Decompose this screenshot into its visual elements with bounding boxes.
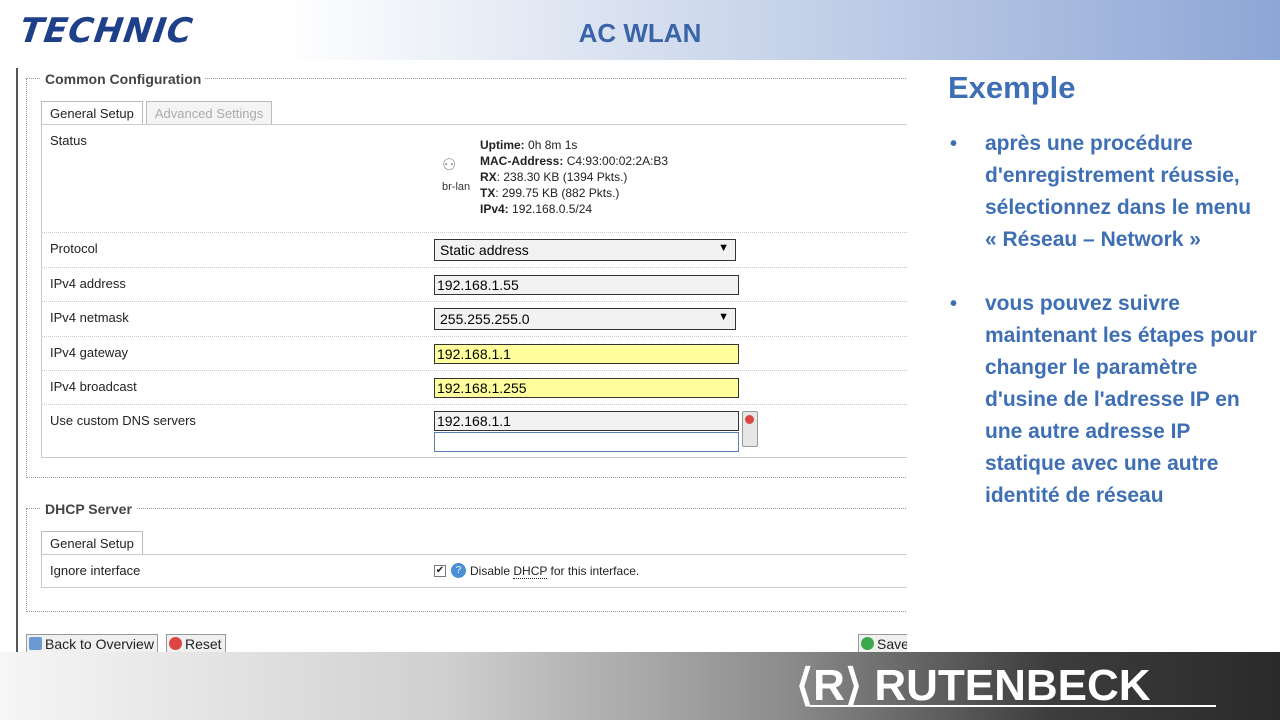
uptime-value: 0h 8m 1s bbox=[528, 138, 578, 152]
action-bar: Back to Overview Reset Save bbox=[26, 634, 907, 654]
explanation-text: Exemple après une procédure d'enregistre… bbox=[948, 70, 1268, 544]
save-button[interactable]: Save bbox=[858, 634, 907, 654]
dhcp-settings-table: Ignore interface ✔? Disable DHCP for this… bbox=[41, 554, 907, 588]
check-icon bbox=[861, 637, 874, 650]
example-heading: Exemple bbox=[948, 70, 1076, 105]
ipv4-netmask-wrap: 255.255.255.0 ▼ bbox=[434, 308, 736, 330]
reset-button-label: Reset bbox=[185, 636, 222, 652]
ipv4-netmask-value: 255.255.255.0 bbox=[440, 311, 530, 327]
ipv4-gateway-wrap: 192.168.1.1 bbox=[434, 344, 739, 364]
ipv4-netmask-row: IPv4 netmask 255.255.255.0 ▼ bbox=[42, 301, 907, 336]
ipv4-broadcast-row: IPv4 broadcast 192.168.1.255 bbox=[42, 370, 907, 404]
mac-label: MAC-Address: bbox=[480, 154, 564, 168]
tx-value: : 299.75 KB (882 Pkts.) bbox=[495, 186, 620, 200]
rutenbeck-logo: ⟨R⟩ RUTENBECK bbox=[796, 661, 1151, 710]
tab-dhcp-general-setup[interactable]: General Setup bbox=[41, 531, 143, 555]
dns-remove-button[interactable] bbox=[742, 411, 758, 447]
mac-value: C4:93:00:02:2A:B3 bbox=[566, 154, 669, 168]
ipv4-netmask-label: IPv4 netmask bbox=[50, 310, 129, 325]
common-configuration-section: Common Configuration General Setup Advanc… bbox=[26, 71, 907, 478]
ipv4-address-input[interactable]: 192.168.1.55 bbox=[434, 275, 739, 295]
status-details: Uptime: 0h 8m 1s MAC-Address: C4:93:00:0… bbox=[480, 137, 668, 217]
hint-dhcp-abbr: DHCP bbox=[513, 563, 548, 579]
dns-row: Use custom DNS servers 192.168.1.1 bbox=[42, 404, 907, 457]
common-settings-table: Status ⚇ br-lan Uptime: 0h 8m 1s MAC-Add… bbox=[41, 124, 907, 458]
save-button-label: Save bbox=[877, 636, 907, 652]
dhcp-tabs: General Setup bbox=[41, 531, 146, 555]
ignore-interface-label: Ignore interface bbox=[50, 563, 141, 578]
protocol-select[interactable]: Static address ▼ bbox=[434, 239, 736, 261]
ipv4-gateway-input[interactable]: 192.168.1.1 bbox=[434, 344, 739, 364]
ignore-interface-hint: Disable DHCP for this interface. bbox=[470, 563, 640, 579]
instruction-list: après une procédure d'enregistrement réu… bbox=[948, 128, 1268, 512]
ipv4-netmask-select[interactable]: 255.255.255.0 ▼ bbox=[434, 308, 736, 330]
protocol-row: Protocol Static address ▼ bbox=[42, 232, 907, 267]
back-arrow-icon bbox=[29, 637, 42, 650]
logo-underline bbox=[810, 705, 1216, 707]
rx-value: : 238.30 KB (1394 Pkts.) bbox=[496, 170, 628, 184]
network-interface-icon: ⚇ bbox=[442, 157, 457, 174]
back-to-overview-button[interactable]: Back to Overview bbox=[26, 634, 158, 654]
ipv4-address-wrap: 192.168.1.55 bbox=[434, 275, 739, 295]
dns-inputs-wrap: 192.168.1.1 bbox=[434, 411, 758, 452]
chevron-down-icon: ▼ bbox=[718, 311, 729, 323]
status-label: Status bbox=[50, 133, 87, 148]
ipv4-value: 192.168.0.5/24 bbox=[512, 202, 593, 216]
protocol-value: Static address bbox=[440, 242, 529, 258]
back-button-label: Back to Overview bbox=[45, 636, 154, 652]
dns-server-input-new[interactable] bbox=[434, 432, 739, 452]
protocol-label: Protocol bbox=[50, 241, 98, 256]
status-row: Status ⚇ br-lan Uptime: 0h 8m 1s MAC-Add… bbox=[42, 125, 907, 232]
rx-label: RX bbox=[480, 170, 497, 184]
instruction-item: après une procédure d'enregistrement réu… bbox=[948, 128, 1268, 256]
ipv4-gateway-label: IPv4 gateway bbox=[50, 345, 129, 360]
ipv4-address-row: IPv4 address 192.168.1.55 bbox=[42, 267, 907, 301]
reset-icon bbox=[169, 637, 182, 650]
tab-general-setup[interactable]: General Setup bbox=[41, 101, 143, 125]
dhcp-server-legend: DHCP Server bbox=[41, 501, 136, 517]
reset-button[interactable]: Reset bbox=[166, 634, 226, 654]
ipv4-label: IPv4: bbox=[480, 202, 509, 216]
interface-name: br-lan bbox=[442, 181, 471, 193]
ipv4-gateway-row: IPv4 gateway 192.168.1.1 bbox=[42, 336, 907, 370]
uptime-label: Uptime: bbox=[480, 138, 525, 152]
ipv4-broadcast-wrap: 192.168.1.255 bbox=[434, 378, 739, 398]
ipv4-broadcast-input[interactable]: 192.168.1.255 bbox=[434, 378, 739, 398]
ignore-interface-row: Ignore interface ✔? Disable DHCP for this… bbox=[42, 555, 907, 587]
help-icon: ? bbox=[451, 563, 466, 579]
tab-advanced-settings[interactable]: Advanced Settings bbox=[145, 101, 273, 125]
dns-server-input[interactable]: 192.168.1.1 bbox=[434, 411, 739, 431]
protocol-select-wrap: Static address ▼ bbox=[434, 239, 736, 261]
hint-prefix: Disable bbox=[470, 563, 514, 578]
chevron-down-icon: ▼ bbox=[718, 242, 729, 254]
ipv4-address-label: IPv4 address bbox=[50, 276, 126, 291]
slide-header: TECHNIC AC WLAN bbox=[0, 0, 1280, 60]
dhcp-server-section: DHCP Server General Setup Ignore interfa… bbox=[26, 501, 907, 612]
dns-label: Use custom DNS servers bbox=[50, 413, 196, 428]
ignore-interface-checkbox[interactable]: ✔ bbox=[434, 564, 446, 577]
hint-suffix: for this interface. bbox=[547, 563, 640, 578]
common-configuration-legend: Common Configuration bbox=[41, 71, 206, 87]
ipv4-broadcast-label: IPv4 broadcast bbox=[50, 379, 137, 394]
slide-title: AC WLAN bbox=[578, 18, 702, 48]
instruction-item: vous pouvez suivre maintenant les étapes… bbox=[948, 288, 1268, 512]
common-tabs: General Setup Advanced Settings bbox=[41, 101, 275, 125]
ignore-interface-control: ✔? Disable DHCP for this interface. bbox=[434, 562, 639, 580]
router-config-panel: Common Configuration General Setup Advanc… bbox=[16, 68, 907, 654]
tx-label: TX bbox=[480, 186, 496, 200]
